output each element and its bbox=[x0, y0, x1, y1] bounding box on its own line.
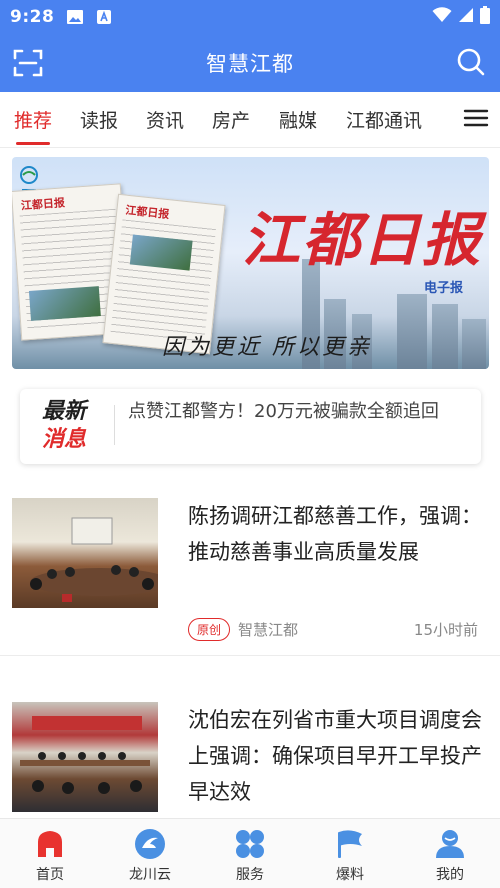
nav-report[interactable]: 爆料 bbox=[300, 819, 400, 888]
banner-brand: 江都日报 bbox=[242, 206, 483, 274]
category-tabs: 推荐 读报 资讯 房产 融媒 江都通讯 bbox=[0, 92, 500, 148]
nav-longchuan-cloud[interactable]: 龙川云 bbox=[100, 819, 200, 888]
services-icon bbox=[233, 827, 267, 861]
tab-media[interactable]: 融媒 bbox=[279, 106, 317, 133]
banner-slogan: 因为更近 所以更亲 bbox=[162, 335, 372, 360]
app-title: 智慧江都 bbox=[206, 52, 294, 76]
tab-news[interactable]: 资讯 bbox=[146, 106, 184, 133]
scan-icon[interactable] bbox=[12, 47, 44, 79]
banner-carousel[interactable]: 江都日报 江都日报 江都日报 电子报 因为更近 所以更亲 bbox=[12, 157, 489, 369]
tab-read-paper[interactable]: 读报 bbox=[80, 106, 118, 133]
article-time: 15小时前 bbox=[413, 621, 478, 639]
home-icon bbox=[33, 827, 67, 861]
status-bar: 9:28 bbox=[0, 0, 500, 34]
article-source: 智慧江都 bbox=[238, 621, 299, 639]
tab-real-estate[interactable]: 房产 bbox=[212, 106, 250, 133]
article-headline[interactable]: 沈伯宏在列省市重大项目调度会上强调：确保项目早开工早投产早达效 bbox=[188, 702, 484, 810]
tab-recommend[interactable]: 推荐 bbox=[14, 106, 52, 133]
article-meta: 原创 智慧江都 15小时前 bbox=[188, 618, 478, 641]
banner-subtitle: 电子报 bbox=[424, 281, 464, 296]
tab-jiangdu-news[interactable]: 江都通讯 bbox=[346, 106, 422, 133]
tab-menu-button[interactable] bbox=[452, 92, 500, 147]
battery-icon bbox=[480, 6, 490, 28]
divider bbox=[114, 405, 115, 445]
bottom-navigation: 首页 龙川云 服务 爆料 我的 bbox=[0, 818, 500, 888]
article-thumbnail bbox=[12, 702, 158, 812]
cloud-icon bbox=[133, 827, 167, 861]
image-icon bbox=[66, 9, 84, 25]
menu-icon bbox=[463, 108, 489, 132]
wifi-icon bbox=[432, 7, 452, 27]
search-icon[interactable] bbox=[456, 47, 486, 77]
article-thumbnail bbox=[12, 498, 158, 608]
active-tab-indicator bbox=[16, 142, 50, 145]
nav-home[interactable]: 首页 bbox=[0, 819, 100, 888]
flag-icon bbox=[333, 827, 367, 861]
latest-news-tag: 最新 消息 bbox=[42, 399, 87, 452]
article-item[interactable]: 沈伯宏在列省市重大项目调度会上强调：确保项目早开工早投产早达效 bbox=[0, 684, 500, 818]
original-badge: 原创 bbox=[188, 618, 231, 641]
nav-mine[interactable]: 我的 bbox=[400, 819, 500, 888]
article-item[interactable]: 陈扬调研江都慈善工作，强调：推动慈善事业高质量发展 原创 智慧江都 15小时前 bbox=[0, 478, 500, 656]
a-icon bbox=[96, 9, 112, 25]
app-header: 智慧江都 bbox=[0, 34, 500, 92]
signal-icon bbox=[458, 7, 474, 27]
nav-services[interactable]: 服务 bbox=[200, 819, 300, 888]
news-ticker[interactable]: 最新 消息 点赞江都警方！20万元被骗款全额追回 bbox=[20, 389, 481, 464]
status-time: 9:28 bbox=[10, 7, 55, 27]
article-headline[interactable]: 陈扬调研江都慈善工作，强调：推动慈善事业高质量发展 bbox=[188, 498, 484, 570]
ticker-text[interactable]: 点赞江都警方！20万元被骗款全额追回 bbox=[128, 397, 463, 427]
profile-icon bbox=[433, 827, 467, 861]
